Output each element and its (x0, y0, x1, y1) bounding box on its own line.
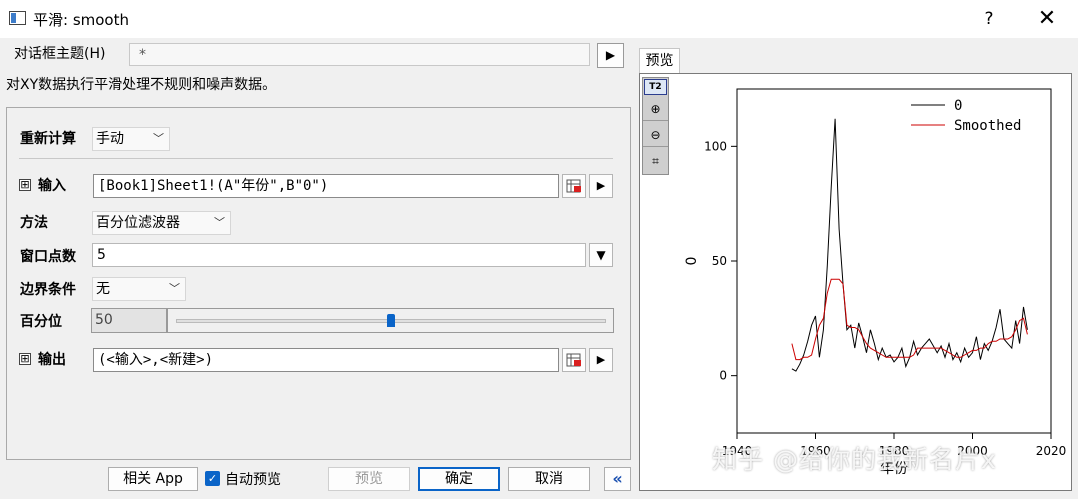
fit-view-button[interactable]: ⌗ (643, 149, 668, 173)
auto-preview-checkbox[interactable]: ✓ (205, 471, 220, 486)
output-select-range-button[interactable] (562, 348, 586, 372)
boundary-label: 边界条件 (20, 282, 76, 298)
percentile-slider[interactable] (167, 308, 614, 333)
legend-label-1: Smoothed (954, 118, 1021, 134)
preview-toolbar: T2 ⊕ ⊖ ⌗ (642, 77, 669, 175)
double-chevron-left-icon: « (612, 469, 623, 488)
output-range-field[interactable]: (<输入>,<新建>) (93, 348, 559, 372)
output-expand-icon[interactable]: ⊞ (19, 353, 31, 365)
window-points-label: 窗口点数 (20, 249, 76, 265)
boundary-value: 无 (96, 281, 110, 297)
preview-button[interactable]: 预览 (328, 467, 410, 491)
caret-down-icon: ▼ (596, 248, 606, 262)
plot-frame (736, 88, 1052, 434)
percentile-field[interactable]: 50 (91, 308, 167, 333)
input-menu-button[interactable]: ▶ (589, 174, 613, 198)
play-arrow-icon: ▶ (596, 353, 606, 366)
cancel-button[interactable]: 取消 (508, 467, 590, 491)
recalculate-value: 手动 (96, 131, 124, 147)
output-label: 输出 (38, 352, 66, 368)
window-points-dropdown[interactable]: ▼ (589, 243, 613, 267)
watermark: 知乎 @给你的我新名片x (712, 445, 997, 474)
input-label: 输入 (38, 178, 66, 194)
method-label: 方法 (20, 215, 48, 231)
zoom-out-icon: ⊖ (650, 128, 661, 142)
y-tick-label: 50 (712, 254, 727, 268)
x-tick-label: 2020 (1036, 444, 1067, 458)
preview-chart: 1940 1960 1980 2000 2020050100年份00Smoothed (684, 88, 1067, 477)
chevron-down-icon: ﹀ (169, 282, 180, 295)
rescale-icon: ⌗ (652, 154, 659, 168)
y-tick-label: 100 (704, 139, 727, 153)
input-select-range-button[interactable] (562, 174, 586, 198)
play-arrow-icon: ▶ (605, 48, 616, 62)
input-expand-icon[interactable]: ⊞ (19, 179, 31, 191)
series-line-0 (791, 118, 1028, 372)
dialog-theme-input[interactable]: * (129, 43, 590, 66)
dialog-description: 对XY数据执行平滑处理不规则和噪声数据。 (6, 77, 277, 93)
related-app-button[interactable]: 相关 App (108, 467, 198, 491)
chevron-down-icon: ﹀ (153, 132, 164, 145)
theme-menu-button[interactable]: ▶ (597, 43, 624, 68)
check-icon: ✓ (207, 472, 218, 485)
window-points-field[interactable]: 5 (92, 243, 586, 267)
tab-preview[interactable]: 预览 (639, 48, 680, 73)
title-bar (0, 0, 1078, 38)
help-button[interactable]: ? (976, 6, 1002, 32)
select-range-icon (566, 353, 581, 367)
zoom-in-button[interactable]: ⊕ (643, 97, 668, 121)
recalculate-select[interactable]: 手动 ﹀ (92, 127, 170, 151)
close-button[interactable]: ✕ (1034, 6, 1060, 32)
y-tick-label: 0 (719, 369, 727, 383)
method-select[interactable]: 百分位滤波器 ﹀ (92, 211, 231, 235)
series-line-1 (791, 278, 1028, 361)
window-title: 平滑: smooth (33, 11, 129, 29)
app-icon (9, 11, 26, 25)
percentile-label: 百分位 (20, 314, 62, 330)
chevron-down-icon: ﹀ (214, 216, 225, 229)
divider (19, 158, 613, 159)
select-range-icon (566, 179, 581, 193)
recalculate-label: 重新计算 (20, 131, 76, 147)
y-axis-label: 0 (684, 257, 700, 266)
legend-label-0: 0 (954, 98, 962, 114)
output-menu-button[interactable]: ▶ (589, 348, 613, 372)
collapse-preview-button[interactable]: « (604, 467, 631, 491)
ok-button[interactable]: 确定 (418, 467, 500, 491)
auto-preview-label: 自动预览 (225, 472, 281, 488)
zoom-out-button[interactable]: ⊖ (643, 123, 668, 147)
input-range-field[interactable]: [Book1]Sheet1!(A"年份",B"0") (93, 174, 559, 198)
dialog-theme-label: 对话框主题(H) (14, 46, 106, 62)
play-arrow-icon: ▶ (596, 179, 606, 192)
slider-thumb[interactable] (387, 314, 395, 327)
boundary-select[interactable]: 无 ﹀ (92, 277, 186, 301)
t2-tool-button[interactable]: T2 (644, 79, 667, 95)
method-value: 百分位滤波器 (96, 215, 180, 231)
zoom-in-icon: ⊕ (650, 102, 661, 116)
